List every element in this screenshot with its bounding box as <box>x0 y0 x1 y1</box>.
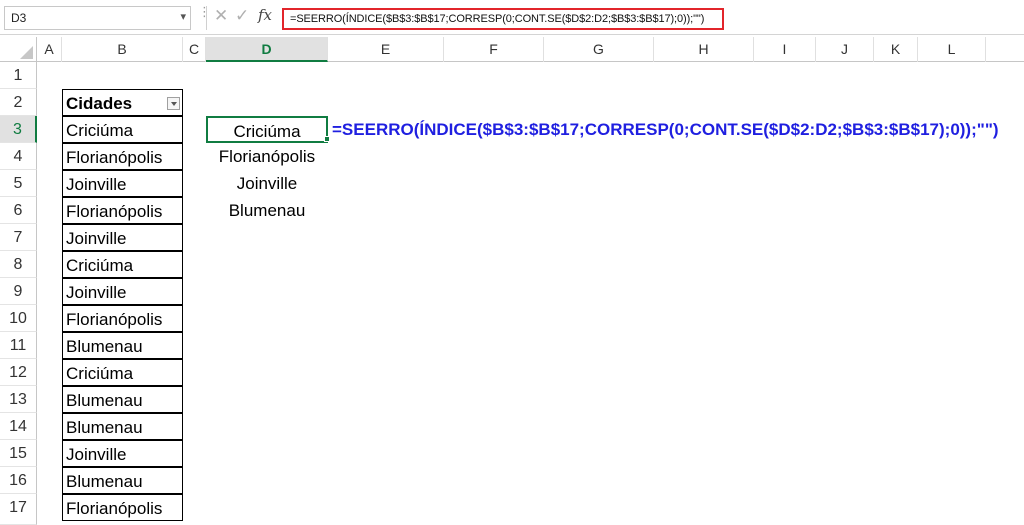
cell-b16[interactable]: Blumenau <box>62 467 183 494</box>
cell-b12[interactable]: Criciúma <box>62 359 183 386</box>
cell-b2-header[interactable]: Cidades <box>62 89 183 116</box>
row-header-2[interactable]: 2 <box>0 89 37 116</box>
cell-b17[interactable]: Florianópolis <box>62 494 183 521</box>
column-header-j[interactable]: J <box>816 37 874 62</box>
cell-b6[interactable]: Florianópolis <box>62 197 183 224</box>
row-header-11[interactable]: 11 <box>0 332 37 359</box>
row-header-8[interactable]: 8 <box>0 251 37 278</box>
formula-bar: D3 ▾ ⋮ ✕ ✓ fx =SEERRO(ÍNDICE($B$3:$B$17;… <box>0 0 1024 35</box>
cell-b7[interactable]: Joinville <box>62 224 183 251</box>
row-header-5[interactable]: 5 <box>0 170 37 197</box>
row-header-9[interactable]: 9 <box>0 278 37 305</box>
enter-icon[interactable]: ✓ <box>235 6 249 26</box>
filter-dropdown-icon[interactable] <box>167 97 180 110</box>
name-box[interactable]: D3 ▾ <box>4 6 191 30</box>
table-header-label: Cidades <box>66 94 133 113</box>
divider <box>206 6 207 30</box>
select-all-button[interactable] <box>0 37 37 62</box>
cell-b8[interactable]: Criciúma <box>62 251 183 278</box>
cell-d5[interactable]: Joinville <box>206 170 328 197</box>
row-header-17[interactable]: 17 <box>0 494 37 525</box>
column-header-c[interactable]: C <box>183 37 206 62</box>
cell-b5[interactable]: Joinville <box>62 170 183 197</box>
column-header-e[interactable]: E <box>328 37 444 62</box>
chevron-down-icon[interactable]: ▾ <box>180 10 186 23</box>
cell-d3-selected[interactable]: Criciúma <box>206 116 328 143</box>
column-header-b[interactable]: B <box>62 37 183 62</box>
row-header-10[interactable]: 10 <box>0 305 37 332</box>
row-header-13[interactable]: 13 <box>0 386 37 413</box>
column-header-f[interactable]: F <box>444 37 544 62</box>
cell-b15[interactable]: Joinville <box>62 440 183 467</box>
column-header-g[interactable]: G <box>544 37 654 62</box>
name-box-value: D3 <box>11 11 27 25</box>
column-header-a[interactable]: A <box>37 37 62 62</box>
cell-b14[interactable]: Blumenau <box>62 413 183 440</box>
row-header-14[interactable]: 14 <box>0 413 37 440</box>
formula-text: =SEERRO(ÍNDICE($B$3:$B$17;CORRESP(0;CONT… <box>290 13 705 25</box>
cell-b13[interactable]: Blumenau <box>62 386 183 413</box>
column-header-row: A B C D E F G H I J K L <box>0 37 1024 62</box>
row-header-16[interactable]: 16 <box>0 467 37 494</box>
cell-b3[interactable]: Criciúma <box>62 116 183 143</box>
column-header-k[interactable]: K <box>874 37 918 62</box>
row-header-3[interactable]: 3 <box>0 116 37 143</box>
cancel-icon[interactable]: ✕ <box>214 6 228 26</box>
more-options-icon[interactable]: ⋮ <box>198 5 211 18</box>
fx-icon[interactable]: fx <box>258 6 272 24</box>
column-header-i[interactable]: I <box>754 37 816 62</box>
cell-b10[interactable]: Florianópolis <box>62 305 183 332</box>
cell-b9[interactable]: Joinville <box>62 278 183 305</box>
column-header-h[interactable]: H <box>654 37 754 62</box>
column-header-d[interactable]: D <box>206 37 328 62</box>
formula-annotation: =SEERRO(ÍNDICE($B$3:$B$17;CORRESP(0;CONT… <box>332 120 999 139</box>
row-header-12[interactable]: 12 <box>0 359 37 386</box>
formula-input[interactable]: =SEERRO(ÍNDICE($B$3:$B$17;CORRESP(0;CONT… <box>282 8 724 30</box>
fill-handle[interactable] <box>324 136 330 142</box>
row-header-1[interactable]: 1 <box>0 62 37 89</box>
cell-d4[interactable]: Florianópolis <box>206 143 328 170</box>
column-header-l[interactable]: L <box>918 37 986 62</box>
row-header-4[interactable]: 4 <box>0 143 37 170</box>
row-header-6[interactable]: 6 <box>0 197 37 224</box>
cell-b4[interactable]: Florianópolis <box>62 143 183 170</box>
cell-d6[interactable]: Blumenau <box>206 197 328 224</box>
row-header-15[interactable]: 15 <box>0 440 37 467</box>
row-header-7[interactable]: 7 <box>0 224 37 251</box>
cell-b11[interactable]: Blumenau <box>62 332 183 359</box>
